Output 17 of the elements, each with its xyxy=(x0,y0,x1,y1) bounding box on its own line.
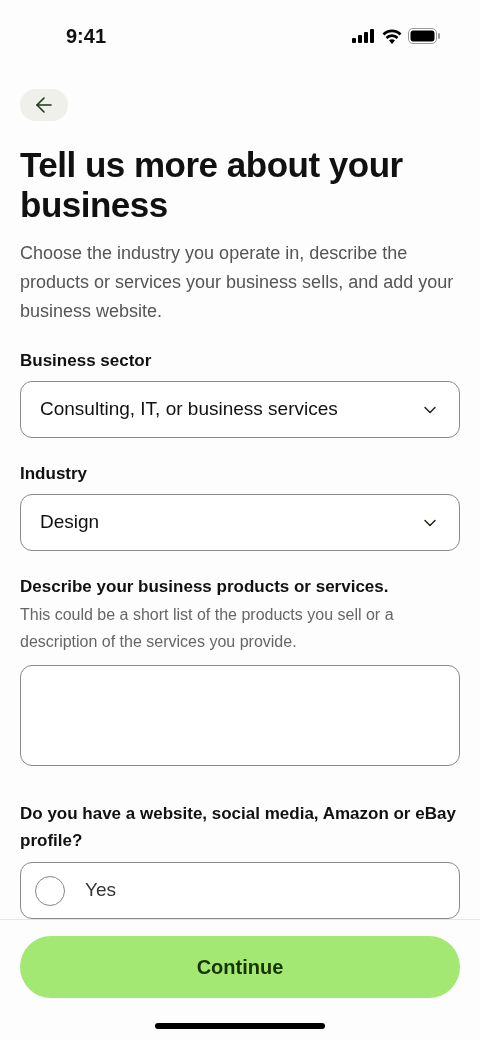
signal-icon xyxy=(352,29,376,43)
text-area[interactable] xyxy=(20,665,460,766)
battery-icon xyxy=(408,28,440,44)
page-description: Choose the industry you operate in, describe the products or services your business sells, and add your business website. xyxy=(20,242,455,323)
field-hint: This could be a short list of the products you sell or a description of the services you provide. xyxy=(20,605,395,652)
page-title: Tell us more about your business xyxy=(20,145,404,225)
field-label: Business sector xyxy=(20,350,153,372)
field-label: Describe your business products or services. xyxy=(20,576,390,598)
wifi-icon xyxy=(382,28,402,44)
dropdown-field[interactable]: Design xyxy=(20,494,460,551)
field-label: Industry xyxy=(20,463,89,485)
status-time: 9:41 xyxy=(66,24,107,49)
radio-option[interactable]: Yes xyxy=(20,862,460,919)
field-label: Do you have a website, social media, Amazon or eBay profile? xyxy=(20,803,457,852)
back-button[interactable] xyxy=(20,89,68,121)
dropdown-field[interactable]: Consulting, IT, or business services xyxy=(20,381,460,438)
continue-button[interactable]: Continue xyxy=(20,936,460,998)
